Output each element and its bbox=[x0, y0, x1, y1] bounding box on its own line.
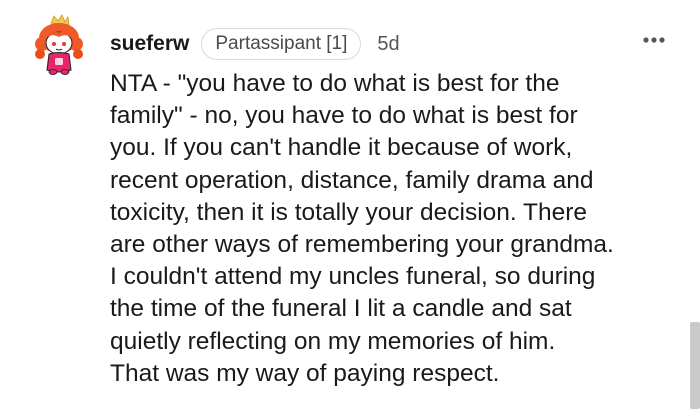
comment: sueferw Partassipant [1] 5d NTA - "you h… bbox=[0, 0, 700, 409]
comment-body-line: I couldn't attend my uncles funeral, so … bbox=[110, 263, 596, 291]
comment-body-line: family" - no, you have to do what is bes… bbox=[110, 102, 578, 130]
comment-body: NTA - "you have to do what is best for t… bbox=[110, 68, 685, 390]
comment-body-line: are other ways of remembering your grand… bbox=[110, 231, 614, 259]
username-link[interactable]: sueferw bbox=[110, 32, 189, 56]
scrollbar-thumb[interactable] bbox=[690, 322, 700, 409]
comment-body-line: recent operation, distance, family drama… bbox=[110, 166, 594, 194]
user-flair: Partassipant [1] bbox=[201, 28, 362, 60]
comment-body-line: That was my way of paying respect. bbox=[110, 359, 500, 387]
user-avatar[interactable] bbox=[34, 14, 84, 76]
snoo-avatar-icon bbox=[35, 14, 83, 75]
comment-body-line: toxicity, then it is totally your decisi… bbox=[110, 198, 588, 226]
comment-body-line: quietly reflecting on my memories of him… bbox=[110, 327, 556, 355]
comment-body-line: you. If you can't handle it because of w… bbox=[110, 134, 573, 162]
comment-body-line: the time of the funeral I lit a candle a… bbox=[110, 295, 572, 323]
timestamp[interactable]: 5d bbox=[377, 33, 399, 56]
more-options-icon bbox=[643, 37, 665, 43]
comment-header: sueferw Partassipant [1] 5d bbox=[110, 26, 400, 62]
more-options-button[interactable] bbox=[636, 28, 672, 52]
comment-body-line: NTA - "you have to do what is best for t… bbox=[110, 70, 560, 97]
